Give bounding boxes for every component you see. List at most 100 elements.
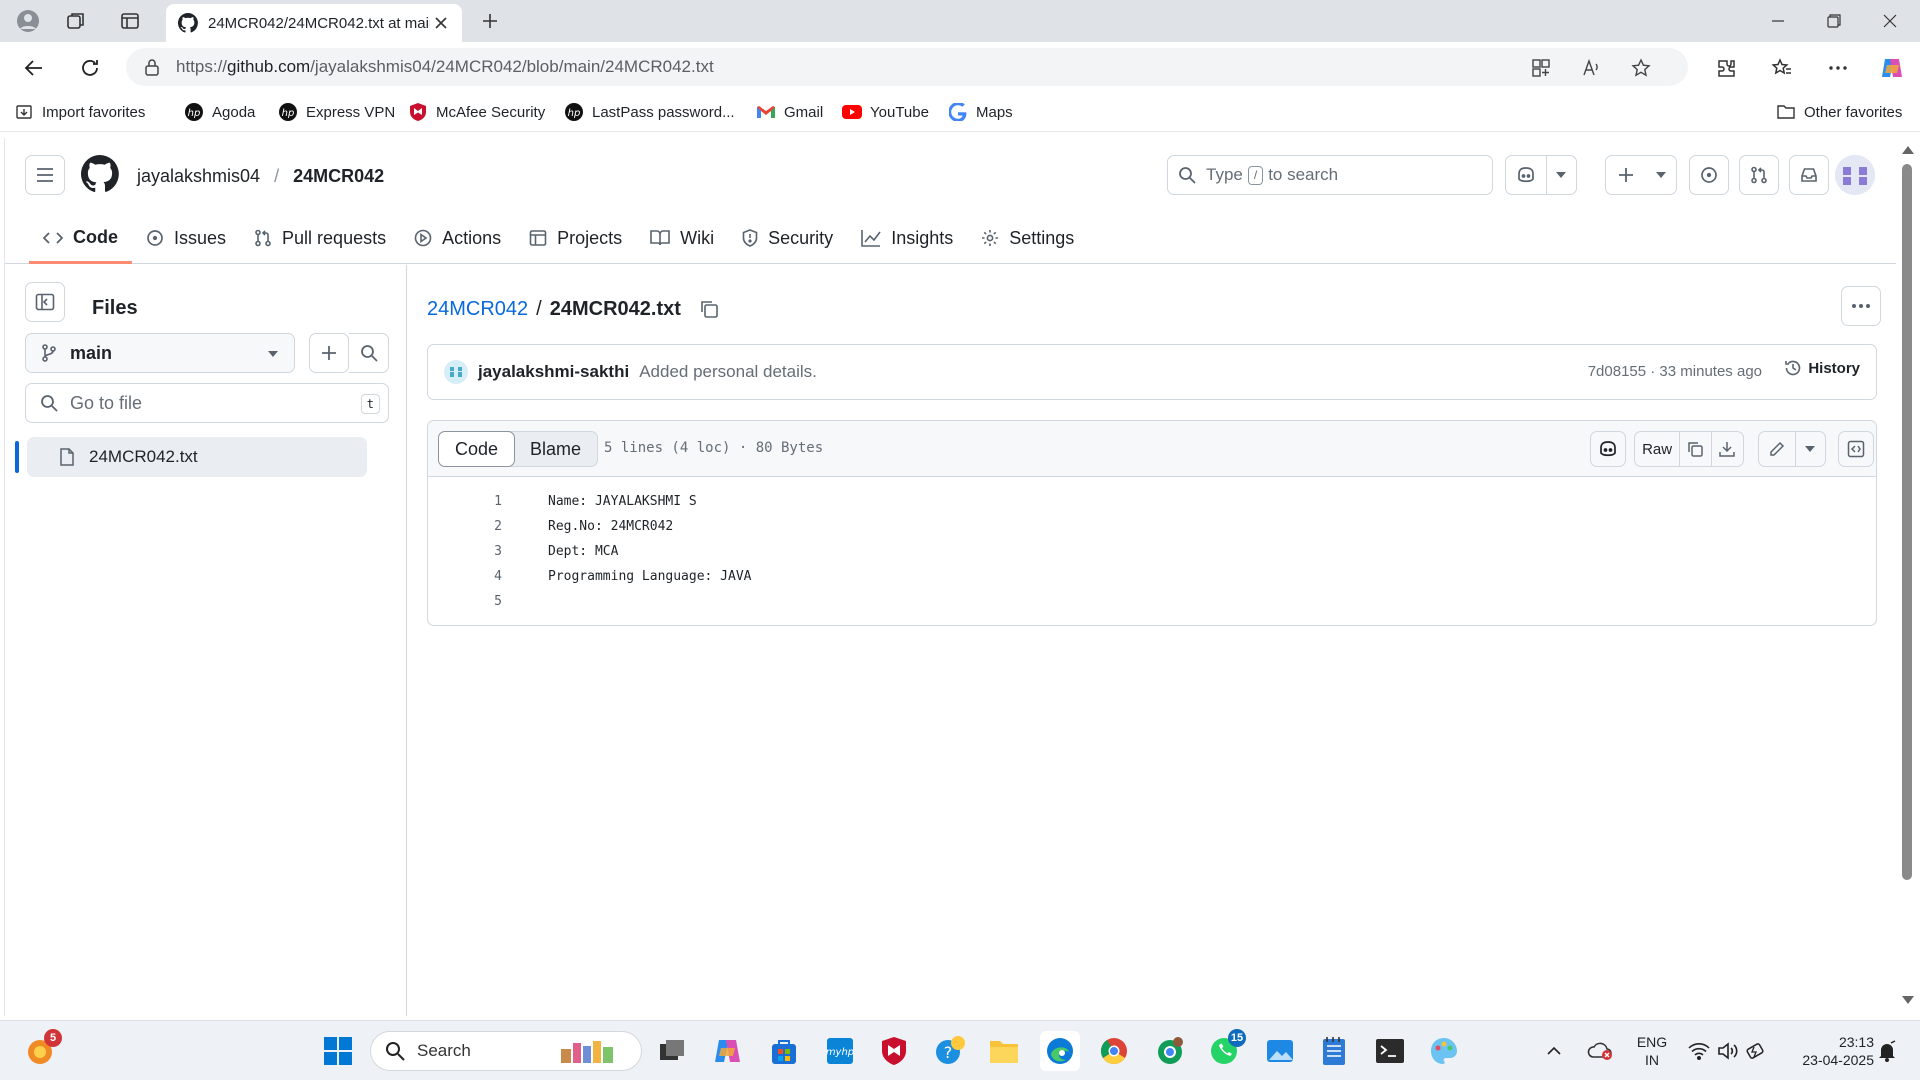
fav-maps[interactable]: Maps	[948, 102, 1013, 122]
repo-link[interactable]: 24MCR042	[293, 166, 384, 187]
restore-icon[interactable]	[1806, 0, 1862, 42]
show-hidden-icons-icon[interactable]	[1542, 1031, 1566, 1071]
address-bar[interactable]: https://github.com/jayalakshmis04/24MCR0…	[126, 48, 1688, 86]
photos-icon[interactable]	[1260, 1031, 1300, 1071]
line-number[interactable]: 1	[428, 494, 502, 509]
onedrive-icon[interactable]	[1584, 1031, 1616, 1071]
tab-pull-requests[interactable]: Pull requests	[240, 214, 400, 262]
game-app-icon[interactable]: 5	[20, 1029, 62, 1071]
battery-icon[interactable]	[1742, 1031, 1770, 1071]
fav-gmail[interactable]: Gmail	[756, 102, 823, 122]
go-to-file-input[interactable]: Go to file t	[25, 383, 389, 423]
breadcrumb-repo-link[interactable]: 24MCR042	[427, 298, 528, 321]
symbols-panel-icon[interactable]	[1838, 431, 1874, 467]
tab-actions[interactable]: Actions	[400, 214, 515, 262]
close-window-icon[interactable]	[1862, 0, 1918, 42]
fav-lastpass[interactable]: hp LastPass password...	[564, 102, 735, 122]
search-input[interactable]: Type / to search	[1167, 155, 1493, 195]
code-view-button[interactable]: Code	[438, 431, 516, 467]
minimize-icon[interactable]	[1750, 0, 1806, 42]
line-number[interactable]: 2	[428, 519, 502, 534]
vertical-tabs-icon[interactable]	[116, 7, 144, 35]
author-avatar[interactable]	[444, 360, 468, 384]
create-new-combo[interactable]	[1605, 155, 1677, 195]
download-icon[interactable]	[1712, 432, 1743, 466]
copilot-taskbar-icon[interactable]	[708, 1031, 748, 1071]
fav-import[interactable]: Import favorites	[14, 102, 145, 122]
address-url[interactable]: https://github.com/jayalakshmis04/24MCR0…	[176, 57, 714, 77]
chevron-down-icon[interactable]	[1796, 432, 1825, 466]
favorites-icon[interactable]	[1766, 52, 1798, 84]
chevron-down-icon[interactable]	[1547, 156, 1576, 194]
page-scrollbar[interactable]	[1896, 138, 1920, 1016]
edit-pencil-icon[interactable]	[1759, 432, 1796, 466]
commit-author-link[interactable]: jayalakshmi-sakthi	[478, 362, 629, 382]
copy-raw-icon[interactable]	[1680, 432, 1712, 466]
extensions-icon[interactable]	[1710, 52, 1742, 84]
myhp-icon[interactable]: myhp	[820, 1031, 860, 1071]
collapse-sidebar-icon[interactable]	[25, 282, 65, 322]
site-info-icon[interactable]	[144, 58, 160, 76]
tab-code[interactable]: Code	[29, 214, 132, 264]
fav-mcafee[interactable]: McAfee Security	[408, 102, 545, 122]
chrome-profile-icon[interactable]	[1150, 1031, 1190, 1071]
tab-insights[interactable]: Insights	[847, 214, 967, 262]
workspaces-icon[interactable]	[62, 7, 90, 35]
hamburger-menu-icon[interactable]	[25, 155, 65, 195]
fav-youtube[interactable]: YouTube	[842, 102, 929, 122]
taskbar-search[interactable]: Search	[370, 1031, 642, 1071]
user-avatar[interactable]	[1835, 155, 1875, 195]
fav-expressvpn[interactable]: hp Express VPN	[278, 102, 395, 122]
scroll-down-icon[interactable]	[1902, 996, 1914, 1004]
scrollbar-thumb[interactable]	[1902, 164, 1912, 880]
active-tab[interactable]: 24MCR042/24MCR042.txt at main	[166, 4, 462, 42]
more-options-icon[interactable]	[1841, 286, 1881, 326]
issues-icon[interactable]	[1689, 155, 1729, 195]
file-explorer-icon[interactable]	[984, 1031, 1024, 1071]
whatsapp-icon[interactable]: 15	[1204, 1029, 1246, 1071]
tab-issues[interactable]: Issues	[132, 214, 240, 262]
copilot-ask-icon[interactable]	[1590, 431, 1626, 467]
tab-security[interactable]: Security	[728, 214, 847, 262]
raw-button[interactable]: Raw	[1635, 432, 1681, 466]
add-file-icon[interactable]	[309, 333, 349, 373]
file-tree-item[interactable]: 24MCR042.txt	[27, 437, 367, 477]
close-tab-icon[interactable]	[430, 12, 452, 34]
more-menu-icon[interactable]	[1822, 52, 1854, 84]
scroll-up-icon[interactable]	[1902, 146, 1914, 154]
favorite-star-icon[interactable]	[1626, 53, 1656, 83]
chevron-down-icon[interactable]	[1647, 156, 1676, 194]
paint-icon[interactable]	[1424, 1031, 1464, 1071]
profile-icon[interactable]	[14, 7, 42, 35]
language-indicator[interactable]: ENG IN	[1630, 1033, 1674, 1069]
copy-path-icon[interactable]	[699, 299, 719, 319]
start-icon[interactable]	[318, 1031, 358, 1071]
volume-icon[interactable]	[1714, 1031, 1742, 1071]
wifi-icon[interactable]	[1684, 1031, 1714, 1071]
branch-selector[interactable]: main	[25, 333, 295, 373]
line-number[interactable]: 3	[428, 544, 502, 559]
inbox-icon[interactable]	[1789, 155, 1829, 195]
app-available-icon[interactable]	[1526, 53, 1556, 83]
line-number[interactable]: 5	[428, 594, 502, 609]
refresh-icon[interactable]	[74, 52, 106, 84]
task-view-icon[interactable]	[652, 1031, 692, 1071]
edge-icon[interactable]	[1040, 1031, 1080, 1071]
history-button[interactable]: History	[1784, 359, 1860, 377]
commit-message[interactable]: Added personal details.	[639, 362, 817, 382]
copilot-icon[interactable]	[1876, 52, 1908, 84]
pull-requests-icon[interactable]	[1739, 155, 1779, 195]
fav-agoda[interactable]: hp Agoda	[184, 102, 255, 122]
notifications-icon[interactable]	[1872, 1031, 1902, 1071]
copilot-combo[interactable]	[1505, 155, 1577, 195]
read-aloud-icon[interactable]	[1576, 53, 1606, 83]
search-files-icon[interactable]	[349, 333, 389, 373]
tab-settings[interactable]: Settings	[967, 214, 1088, 262]
notepad-icon[interactable]	[1314, 1031, 1354, 1071]
clock[interactable]: 23:13 23-04-2025	[1778, 1033, 1874, 1069]
github-logo-icon[interactable]	[80, 155, 119, 193]
owner-link[interactable]: jayalakshmis04	[137, 166, 260, 187]
copilot-icon[interactable]	[1506, 156, 1547, 194]
blame-view-button[interactable]: Blame	[514, 432, 597, 466]
tab-projects[interactable]: Projects	[515, 214, 636, 262]
